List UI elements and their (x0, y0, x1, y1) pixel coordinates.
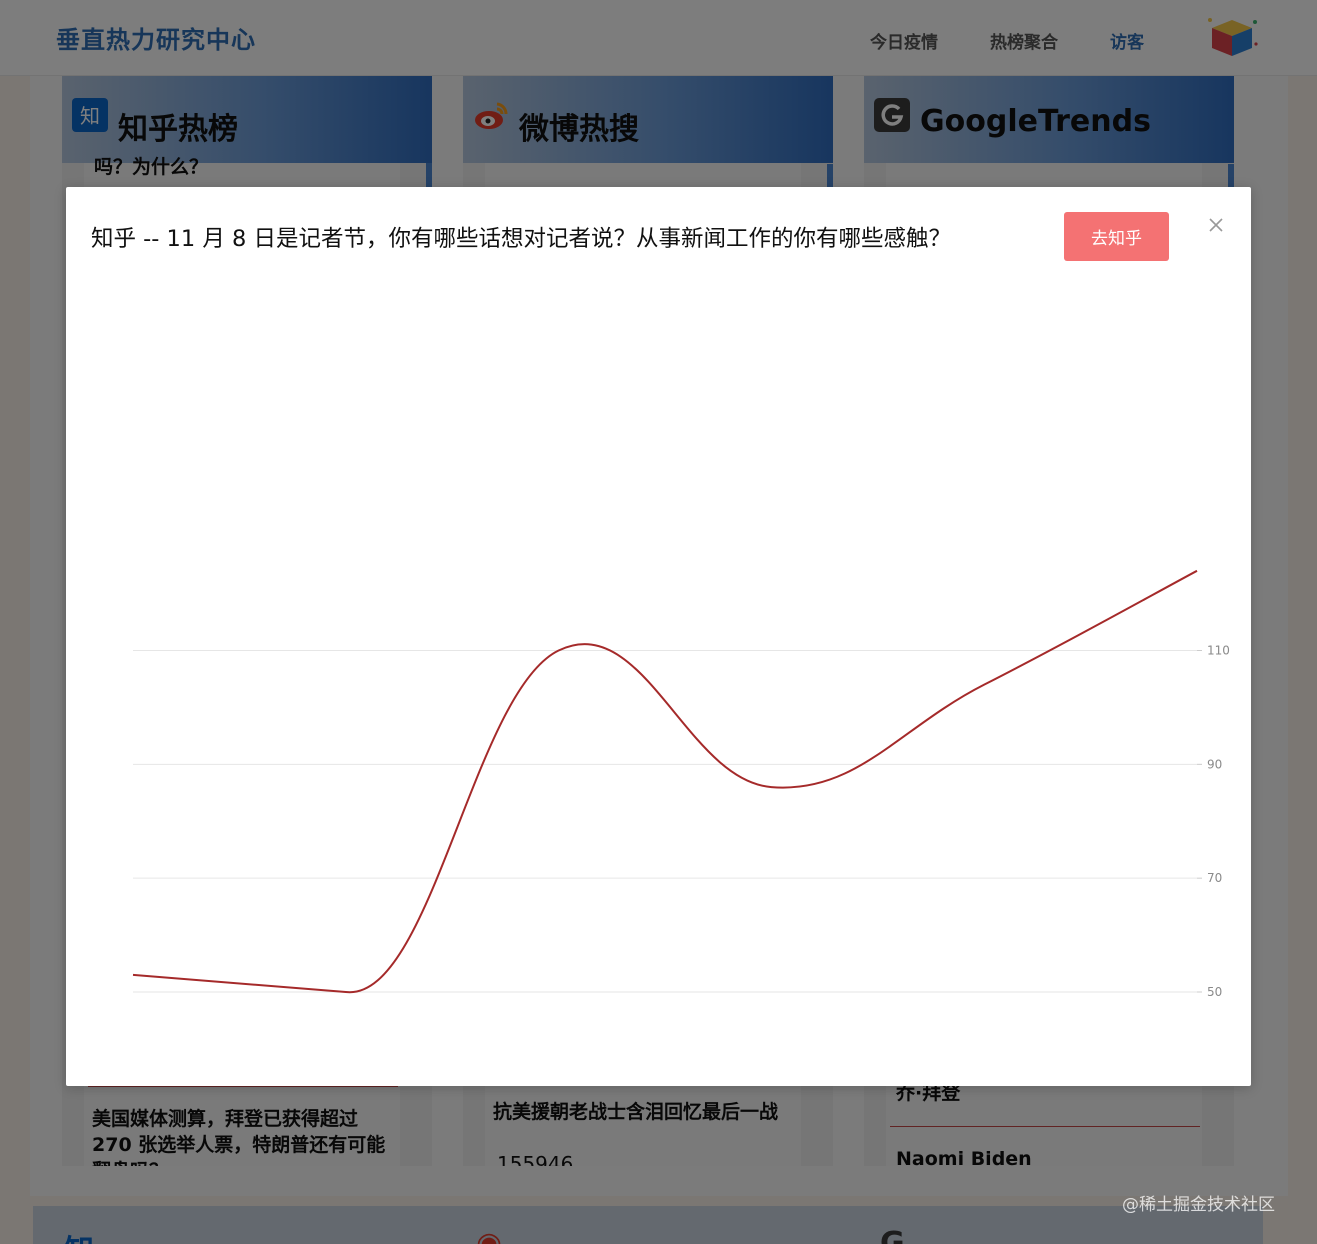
y-tick-label: 110 (1207, 644, 1230, 658)
series-line (132, 569, 1198, 994)
trend-line-chart: 50 70 90 110 (132, 569, 1230, 999)
y-tick-label: 90 (1207, 757, 1222, 771)
trend-modal: 知乎 -- 11 月 8 日是记者节，你有哪些话想对记者说？从事新闻工作的你有哪… (66, 187, 1251, 1086)
y-tick-label: 50 (1207, 985, 1222, 999)
watermark: @稀土掘金技术社区 (1122, 1195, 1275, 1215)
y-tick-label: 70 (1207, 871, 1222, 885)
